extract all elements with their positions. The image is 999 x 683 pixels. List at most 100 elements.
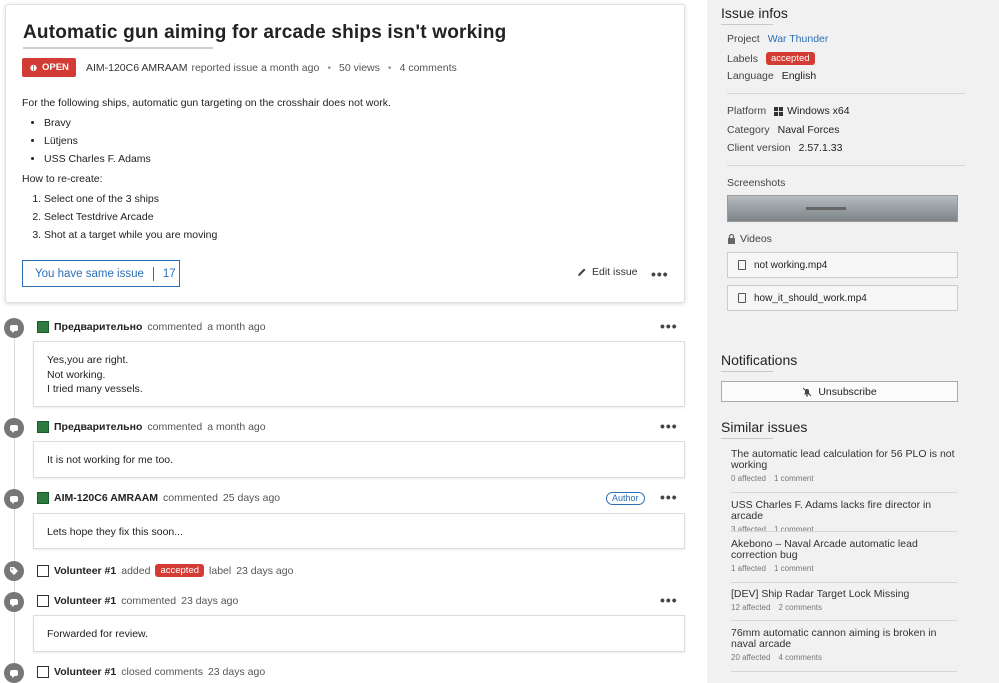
event-user[interactable]: Volunteer #1 [54,666,116,678]
affected-count: 20 affected [731,653,771,662]
similar-issue-title[interactable]: 76mm automatic cannon aiming is broken i… [731,628,957,650]
affected-count: 12 affected [731,603,771,612]
avatar[interactable] [37,564,49,577]
comment-user[interactable]: Предварительно [54,321,142,333]
lock-icon [728,234,735,244]
comment-count: 1 comment [774,474,814,483]
labels-label: Labels [727,52,758,65]
bug-icon [30,64,37,72]
timeline-header: Volunteer #1 commented 23 days ago [37,595,238,607]
comment-more-icon[interactable]: ••• [660,318,678,334]
timeline-header: Предварительно commented a month ago [37,321,266,333]
timeline-header: AIM-120C6 AMRAAM commented 25 days ago [37,492,280,504]
event-user[interactable]: Volunteer #1 [54,565,116,577]
views-count: 50 views [339,61,380,74]
comment-user[interactable]: Volunteer #1 [54,595,116,607]
edit-issue-button[interactable]: Edit issue [577,266,638,278]
divider [731,531,957,532]
list-item: Select one of the 3 ships [44,190,391,208]
comment-when: 25 days ago [222,492,281,504]
comment-when: a month ago [207,421,266,433]
similar-issue[interactable]: [DEV] Ship Radar Target Lock Missing 12 … [731,589,957,613]
unsubscribe-label: Unsubscribe [818,385,877,398]
comment-action: commented [147,321,203,333]
notifications-title: Notifications [721,352,798,368]
similar-issue-title[interactable]: The automatic lead calculation for 56 PL… [731,449,957,471]
title-underline [23,47,213,49]
divider [727,93,965,94]
comment-action: commented [147,421,203,433]
divider [731,492,957,493]
timeline-header: Volunteer #1 added accepted label 23 day… [37,564,293,577]
accepted-label-badge: accepted [155,564,205,577]
more-options-icon[interactable]: ••• [651,266,669,282]
comment-line: Yes,you are right. [47,354,129,366]
comment-line: Forwarded for review. [47,628,148,640]
timeline-header: Предварительно commented a month ago [37,421,266,433]
similar-issue[interactable]: 76mm automatic cannon aiming is broken i… [731,628,957,663]
avatar[interactable] [37,666,49,678]
similar-issue-title[interactable]: USS Charles F. Adams lacks fire director… [731,500,957,522]
screenshot-thumbnail[interactable] [727,195,958,222]
event-action: added [121,564,151,577]
button-divider [152,266,154,281]
avatar[interactable] [37,492,49,504]
project-label: Project [727,33,760,45]
category-row: Category Naval Forces [727,124,839,136]
avatar[interactable] [37,595,49,607]
meta-dot: • [387,61,392,74]
similar-issue[interactable]: The automatic lead calculation for 56 PL… [731,449,957,484]
status-badge: OPEN [22,58,76,77]
divider [731,582,957,583]
video-item[interactable]: how_it_should_work.mp4 [727,285,958,311]
edit-issue-label: Edit issue [592,266,638,278]
issue-description: For the following ships, automatic gun t… [22,94,391,244]
language-value: English [781,70,817,82]
divider [731,671,957,672]
comment-box: It is not working for me too. [33,441,685,478]
project-row: Project War Thunder [727,33,828,45]
platform-row: Platform Windows x64 [727,105,850,117]
comment-count: 2 comments [778,603,823,612]
platform-value: Windows x64 [787,105,850,117]
unsubscribe-button[interactable]: Unsubscribe [721,381,958,402]
client-version-label: Client version [727,142,791,154]
comment-user[interactable]: Предварительно [54,421,142,433]
similar-issue[interactable]: Akebono – Naval Arcade automatic lead co… [731,539,957,574]
video-item[interactable]: not working.mp4 [727,252,958,278]
similar-issue[interactable]: USS Charles F. Adams lacks fire director… [731,500,957,535]
category-value: Naval Forces [777,124,840,136]
bell-off-icon [802,387,812,397]
tag-icon [4,561,24,581]
reported-when: a month ago [260,61,320,74]
avatar[interactable] [37,321,49,333]
issue-title: Automatic gun aiming for arcade ships is… [23,22,507,43]
project-link[interactable]: War Thunder [768,33,829,45]
comment-count: 4 comments [778,653,823,662]
same-issue-button[interactable]: You have same issue 17 [22,260,180,287]
similar-issue-title[interactable]: Akebono – Naval Arcade automatic lead co… [731,539,957,561]
comment-user[interactable]: AIM-120C6 AMRAAM [54,492,158,504]
comment-line: Lets hope they fix this soon... [47,526,183,538]
issue-card: Automatic gun aiming for arcade ships is… [5,4,685,303]
issue-author[interactable]: AIM-120C6 AMRAAM [86,62,188,74]
comment-when: a month ago [207,321,266,333]
similar-issue-title[interactable]: [DEV] Ship Radar Target Lock Missing [731,589,957,600]
client-version-value: 2.57.1.33 [798,142,843,154]
comments-closed-icon [4,663,24,683]
comment-icon [4,318,24,338]
comment-more-icon[interactable]: ••• [660,592,678,608]
same-issue-count: 17 [162,267,176,280]
comment-more-icon[interactable]: ••• [660,418,678,434]
meta-dot: • [327,61,332,74]
issue-meta: OPEN AIM-120C6 AMRAAM reported issue a m… [22,58,457,77]
videos-header: Videos [727,233,772,245]
file-icon [738,260,746,270]
comment-action: commented [121,595,177,607]
comment-more-icon[interactable]: ••• [660,489,678,505]
title-underline [721,438,773,439]
event-when: 23 days ago [207,666,266,678]
reported-text: reported issue [191,61,259,74]
avatar[interactable] [37,421,49,433]
affected-count: 1 affected [731,564,766,573]
